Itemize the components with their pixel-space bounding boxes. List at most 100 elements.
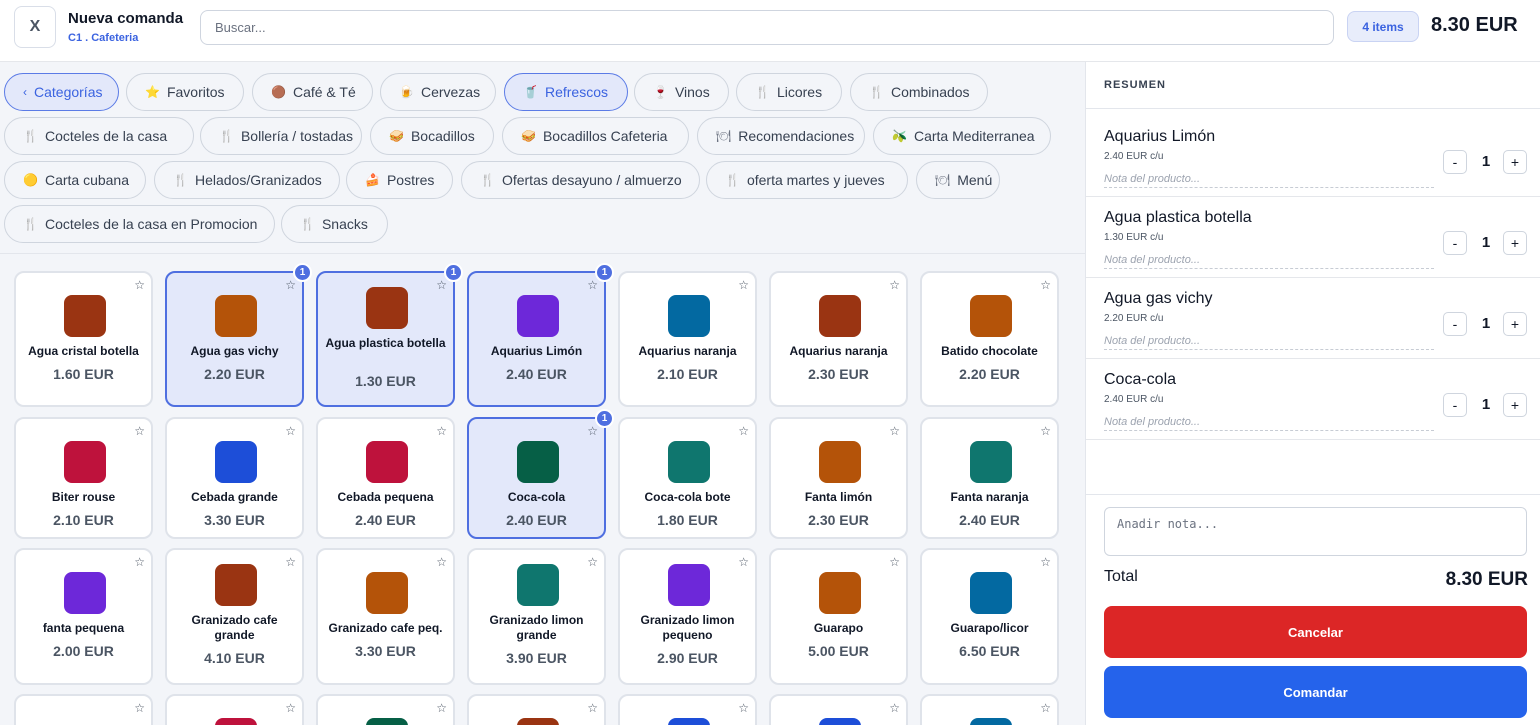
product-note-input[interactable] xyxy=(1104,413,1434,431)
product-note-input[interactable] xyxy=(1104,251,1434,269)
category-chip[interactable]: 🍴 Bollería / tostadas xyxy=(200,117,362,155)
favorite-star-icon[interactable]: ☆ xyxy=(134,424,145,438)
product-name: Guarapo/licor xyxy=(950,621,1029,635)
product-card[interactable]: ☆ xyxy=(316,694,455,725)
category-chip[interactable]: 🥪 Bocadillos xyxy=(370,117,494,155)
product-name: Aquarius naranja xyxy=(638,344,737,358)
increase-qty-button[interactable]: + xyxy=(1503,231,1527,255)
category-chip[interactable]: 🍽 Recomendaciones xyxy=(697,117,865,155)
product-card[interactable]: ☆ xyxy=(920,694,1059,725)
close-button[interactable]: X xyxy=(14,6,56,48)
product-card[interactable]: ☆ Granizado limon grande 3.90 EUR xyxy=(467,548,606,685)
cancel-button[interactable]: Cancelar xyxy=(1104,606,1527,658)
table-subtitle: C1 . Cafeteria xyxy=(68,32,139,44)
favorite-star-icon[interactable]: ☆ xyxy=(436,555,447,569)
favorite-star-icon[interactable]: ☆ xyxy=(285,278,296,292)
product-card[interactable]: ☆ Batido chocolate 2.20 EUR xyxy=(920,271,1059,407)
product-card[interactable]: ☆ Agua cristal botella 1.60 EUR xyxy=(14,271,153,407)
favorite-star-icon[interactable]: ☆ xyxy=(285,555,296,569)
favorite-star-icon[interactable]: ☆ xyxy=(889,278,900,292)
favorite-star-icon[interactable]: ☆ xyxy=(738,278,749,292)
increase-qty-button[interactable]: + xyxy=(1503,150,1527,174)
category-chip[interactable]: 🍴 Ofertas desayuno / almuerzo xyxy=(461,161,700,199)
favorite-star-icon[interactable]: ☆ xyxy=(889,424,900,438)
favorite-star-icon[interactable]: ☆ xyxy=(1040,701,1051,715)
favorite-star-icon[interactable]: ☆ xyxy=(738,424,749,438)
increase-qty-button[interactable]: + xyxy=(1503,312,1527,336)
favorite-star-icon[interactable]: ☆ xyxy=(587,278,598,292)
product-card[interactable]: ☆ Cebada grande 3.30 EUR xyxy=(165,417,304,539)
product-card[interactable]: ☆ Guarapo 5.00 EUR xyxy=(769,548,908,685)
product-color-swatch xyxy=(215,295,257,337)
product-card[interactable]: ☆ Granizado cafe grande 4.10 EUR xyxy=(165,548,304,685)
product-card[interactable]: ☆ Agua plastica botella 1.30 EUR 1 xyxy=(316,263,463,407)
category-chip-label: Combinados xyxy=(890,84,970,100)
product-card[interactable]: ☆ Fanta naranja 2.40 EUR xyxy=(920,417,1059,539)
category-chip[interactable]: 🥤 Refrescos xyxy=(504,73,628,111)
favorite-star-icon[interactable]: ☆ xyxy=(889,555,900,569)
favorite-star-icon[interactable]: ☆ xyxy=(1040,555,1051,569)
decrease-qty-button[interactable]: - xyxy=(1443,393,1467,417)
favorite-star-icon[interactable]: ☆ xyxy=(1040,278,1051,292)
product-note-input[interactable] xyxy=(1104,170,1434,188)
category-chip[interactable]: 🍴 Snacks xyxy=(281,205,388,243)
product-card[interactable]: ☆ Agua gas vichy 2.20 EUR 1 xyxy=(165,263,312,407)
decrease-qty-button[interactable]: - xyxy=(1443,312,1467,336)
product-card[interactable]: ☆ xyxy=(467,694,606,725)
increase-qty-button[interactable]: + xyxy=(1503,393,1527,417)
category-chip[interactable]: 🟡 Carta cubana xyxy=(4,161,146,199)
category-chip[interactable]: 🥪 Bocadillos Cafeteria xyxy=(502,117,689,155)
product-note-input[interactable] xyxy=(1104,332,1434,350)
favorite-star-icon[interactable]: ☆ xyxy=(587,424,598,438)
product-card[interactable]: ☆ Coca-cola bote 1.80 EUR xyxy=(618,417,757,539)
category-chip[interactable]: 🍰 Postres xyxy=(346,161,453,199)
order-note-input[interactable] xyxy=(1104,507,1527,556)
category-chip[interactable]: ⭐ Favoritos xyxy=(126,73,244,111)
product-card[interactable]: ☆ Fanta limón 2.30 EUR xyxy=(769,417,908,539)
product-card[interactable]: ☆ xyxy=(769,694,908,725)
category-chip[interactable]: 🍷 Vinos xyxy=(634,73,729,111)
category-chip[interactable]: 🍴 Helados/Granizados xyxy=(154,161,340,199)
favorite-star-icon[interactable]: ☆ xyxy=(889,701,900,715)
favorite-star-icon[interactable]: ☆ xyxy=(436,278,447,292)
product-card[interactable]: ☆ xyxy=(618,694,757,725)
category-chip[interactable]: 🫒 Carta Mediterranea xyxy=(873,117,1051,155)
favorite-star-icon[interactable]: ☆ xyxy=(436,701,447,715)
favorite-star-icon[interactable]: ☆ xyxy=(587,701,598,715)
category-chip[interactable]: 🍴 Licores xyxy=(736,73,842,111)
category-chip[interactable]: 🍴 Cocteles de la casa en Promocion xyxy=(4,205,275,243)
category-chip[interactable]: 🍴 Combinados xyxy=(850,73,988,111)
product-card[interactable]: ☆ fanta pequena 2.00 EUR xyxy=(14,548,153,685)
category-chip[interactable]: 🍴 Cocteles de la casa xyxy=(4,117,194,155)
favorite-star-icon[interactable]: ☆ xyxy=(134,555,145,569)
product-card[interactable]: ☆ Granizado limon pequeno 2.90 EUR xyxy=(618,548,757,685)
favorite-star-icon[interactable]: ☆ xyxy=(436,424,447,438)
category-chip[interactable]: 🍴 oferta martes y jueves xyxy=(706,161,908,199)
category-chip[interactable]: 🍽 Menú xyxy=(916,161,1000,199)
product-card[interactable]: ☆ xyxy=(14,694,153,725)
favorite-star-icon[interactable]: ☆ xyxy=(738,555,749,569)
category-chip[interactable]: 🟤 Café & Té xyxy=(252,73,373,111)
product-card[interactable]: ☆ Biter rouse 2.10 EUR xyxy=(14,417,153,539)
product-card[interactable]: ☆ Aquarius naranja 2.30 EUR xyxy=(769,271,908,407)
favorite-star-icon[interactable]: ☆ xyxy=(1040,424,1051,438)
product-card[interactable]: ☆ Granizado cafe peq. 3.30 EUR xyxy=(316,548,455,685)
product-card[interactable]: ☆ Guarapo/licor 6.50 EUR xyxy=(920,548,1059,685)
product-card[interactable]: ☆ xyxy=(165,694,304,725)
favorite-star-icon[interactable]: ☆ xyxy=(587,555,598,569)
favorite-star-icon[interactable]: ☆ xyxy=(285,701,296,715)
favorite-star-icon[interactable]: ☆ xyxy=(285,424,296,438)
favorite-star-icon[interactable]: ☆ xyxy=(738,701,749,715)
search-input[interactable] xyxy=(200,10,1334,45)
favorite-star-icon[interactable]: ☆ xyxy=(134,278,145,292)
category-chip[interactable]: ‹ Categorías xyxy=(4,73,119,111)
submit-order-button[interactable]: Comandar xyxy=(1104,666,1527,718)
category-chip[interactable]: 🍺 Cervezas xyxy=(380,73,496,111)
product-card[interactable]: ☆ Cebada pequena 2.40 EUR xyxy=(316,417,455,539)
favorite-star-icon[interactable]: ☆ xyxy=(134,701,145,715)
decrease-qty-button[interactable]: - xyxy=(1443,150,1467,174)
decrease-qty-button[interactable]: - xyxy=(1443,231,1467,255)
product-card[interactable]: ☆ Aquarius Limón 2.40 EUR 1 xyxy=(467,263,614,407)
product-card[interactable]: ☆ Coca-cola 2.40 EUR 1 xyxy=(467,409,614,539)
product-card[interactable]: ☆ Aquarius naranja 2.10 EUR xyxy=(618,271,757,407)
